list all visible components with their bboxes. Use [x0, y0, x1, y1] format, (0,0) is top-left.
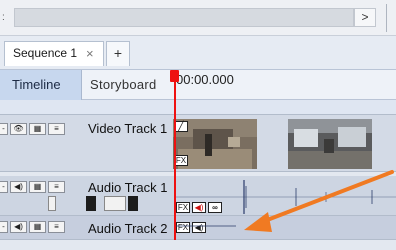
timeline-bottom [0, 240, 396, 250]
annotation-arrow [244, 170, 394, 232]
playhead-handle[interactable] [170, 70, 179, 82]
playhead-line[interactable] [174, 70, 176, 250]
